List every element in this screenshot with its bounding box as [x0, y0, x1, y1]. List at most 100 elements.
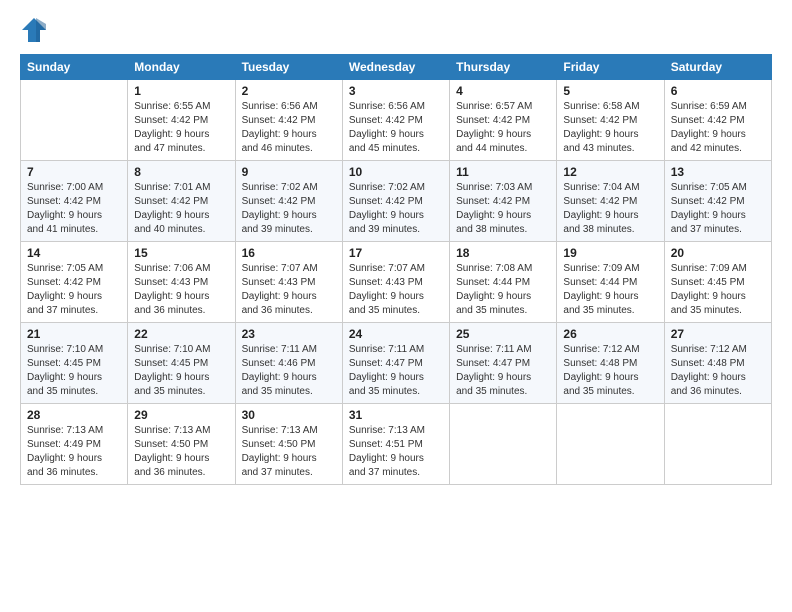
- calendar-cell: 13 Sunrise: 7:05 AMSunset: 4:42 PMDayligh…: [664, 161, 771, 242]
- cell-info: Sunrise: 6:55 AMSunset: 4:42 PMDaylight:…: [134, 100, 228, 156]
- calendar-cell: 1 Sunrise: 6:55 AMSunset: 4:42 PMDaylight…: [128, 80, 235, 161]
- cell-info: Sunrise: 6:57 AMSunset: 4:42 PMDaylight:…: [456, 100, 550, 156]
- weekday-header: Friday: [557, 55, 664, 80]
- weekday-header: Monday: [128, 55, 235, 80]
- cell-info: Sunrise: 7:11 AMSunset: 4:47 PMDaylight:…: [349, 343, 443, 399]
- cell-info: Sunrise: 7:07 AMSunset: 4:43 PMDaylight:…: [349, 262, 443, 318]
- header: [20, 16, 772, 44]
- cell-info: Sunrise: 7:13 AMSunset: 4:51 PMDaylight:…: [349, 424, 443, 480]
- calendar-cell: 11 Sunrise: 7:03 AMSunset: 4:42 PMDayligh…: [450, 161, 557, 242]
- calendar-cell: 10 Sunrise: 7:02 AMSunset: 4:42 PMDayligh…: [342, 161, 449, 242]
- calendar-cell: 29Sunrise: 7:13 AMSunset: 4:50 PMDayligh…: [128, 404, 235, 485]
- cell-info: Sunrise: 7:10 AMSunset: 4:45 PMDaylight:…: [27, 343, 121, 399]
- calendar-week-row: 28Sunrise: 7:13 AMSunset: 4:49 PMDayligh…: [21, 404, 772, 485]
- day-number: 16: [242, 246, 336, 260]
- logo-icon: [20, 16, 48, 44]
- day-number: 3: [349, 84, 443, 98]
- weekday-header: Wednesday: [342, 55, 449, 80]
- cell-info: Sunrise: 6:56 AMSunset: 4:42 PMDaylight:…: [349, 100, 443, 156]
- calendar: SundayMondayTuesdayWednesdayThursdayFrid…: [20, 54, 772, 485]
- calendar-cell: 26Sunrise: 7:12 AMSunset: 4:48 PMDayligh…: [557, 323, 664, 404]
- day-number: 2: [242, 84, 336, 98]
- calendar-cell: 8 Sunrise: 7:01 AMSunset: 4:42 PMDaylight…: [128, 161, 235, 242]
- cell-info: Sunrise: 7:04 AMSunset: 4:42 PMDaylight:…: [563, 181, 657, 237]
- day-number: 27: [671, 327, 765, 341]
- day-number: 7: [27, 165, 121, 179]
- weekday-header: Thursday: [450, 55, 557, 80]
- calendar-cell: 28Sunrise: 7:13 AMSunset: 4:49 PMDayligh…: [21, 404, 128, 485]
- calendar-cell: 27 Sunrise: 7:12 AMSunset: 4:48 PMDayligh…: [664, 323, 771, 404]
- calendar-week-row: 14Sunrise: 7:05 AMSunset: 4:42 PMDayligh…: [21, 242, 772, 323]
- cell-info: Sunrise: 7:00 AMSunset: 4:42 PMDaylight:…: [27, 181, 121, 237]
- day-number: 30: [242, 408, 336, 422]
- calendar-week-row: 21 Sunrise: 7:10 AMSunset: 4:45 PMDayligh…: [21, 323, 772, 404]
- day-number: 12: [563, 165, 657, 179]
- day-number: 13: [671, 165, 765, 179]
- calendar-cell: 25 Sunrise: 7:11 AMSunset: 4:47 PMDayligh…: [450, 323, 557, 404]
- calendar-cell: 19 Sunrise: 7:09 AMSunset: 4:44 PMDayligh…: [557, 242, 664, 323]
- cell-info: Sunrise: 7:09 AMSunset: 4:44 PMDaylight:…: [563, 262, 657, 318]
- calendar-cell: 22 Sunrise: 7:10 AMSunset: 4:45 PMDayligh…: [128, 323, 235, 404]
- page: SundayMondayTuesdayWednesdayThursdayFrid…: [0, 0, 792, 612]
- cell-info: Sunrise: 7:06 AMSunset: 4:43 PMDaylight:…: [134, 262, 228, 318]
- cell-info: Sunrise: 7:12 AMSunset: 4:48 PMDaylight:…: [671, 343, 765, 399]
- weekday-header: Saturday: [664, 55, 771, 80]
- calendar-cell: 12 Sunrise: 7:04 AMSunset: 4:42 PMDayligh…: [557, 161, 664, 242]
- day-number: 1: [134, 84, 228, 98]
- cell-info: Sunrise: 6:59 AMSunset: 4:42 PMDaylight:…: [671, 100, 765, 156]
- cell-info: Sunrise: 7:07 AMSunset: 4:43 PMDaylight:…: [242, 262, 336, 318]
- cell-info: Sunrise: 7:11 AMSunset: 4:47 PMDaylight:…: [456, 343, 550, 399]
- day-number: 23: [242, 327, 336, 341]
- calendar-cell: 2 Sunrise: 6:56 AMSunset: 4:42 PMDaylight…: [235, 80, 342, 161]
- weekday-header: Tuesday: [235, 55, 342, 80]
- cell-info: Sunrise: 7:02 AMSunset: 4:42 PMDaylight:…: [349, 181, 443, 237]
- calendar-cell: 6 Sunrise: 6:59 AMSunset: 4:42 PMDaylight…: [664, 80, 771, 161]
- day-number: 11: [456, 165, 550, 179]
- calendar-cell: 23 Sunrise: 7:11 AMSunset: 4:46 PMDayligh…: [235, 323, 342, 404]
- calendar-cell: [664, 404, 771, 485]
- calendar-cell: 14Sunrise: 7:05 AMSunset: 4:42 PMDayligh…: [21, 242, 128, 323]
- weekday-header: Sunday: [21, 55, 128, 80]
- calendar-cell: 4 Sunrise: 6:57 AMSunset: 4:42 PMDaylight…: [450, 80, 557, 161]
- cell-info: Sunrise: 7:09 AMSunset: 4:45 PMDaylight:…: [671, 262, 765, 318]
- day-number: 20: [671, 246, 765, 260]
- day-number: 4: [456, 84, 550, 98]
- calendar-cell: 15Sunrise: 7:06 AMSunset: 4:43 PMDayligh…: [128, 242, 235, 323]
- day-number: 25: [456, 327, 550, 341]
- logo: [20, 16, 52, 44]
- cell-info: Sunrise: 7:03 AMSunset: 4:42 PMDaylight:…: [456, 181, 550, 237]
- cell-info: Sunrise: 7:13 AMSunset: 4:50 PMDaylight:…: [134, 424, 228, 480]
- cell-info: Sunrise: 7:13 AMSunset: 4:50 PMDaylight:…: [242, 424, 336, 480]
- day-number: 31: [349, 408, 443, 422]
- day-number: 17: [349, 246, 443, 260]
- day-number: 6: [671, 84, 765, 98]
- day-number: 5: [563, 84, 657, 98]
- calendar-cell: 30 Sunrise: 7:13 AMSunset: 4:50 PMDayligh…: [235, 404, 342, 485]
- cell-info: Sunrise: 7:11 AMSunset: 4:46 PMDaylight:…: [242, 343, 336, 399]
- calendar-cell: 3 Sunrise: 6:56 AMSunset: 4:42 PMDaylight…: [342, 80, 449, 161]
- day-number: 10: [349, 165, 443, 179]
- cell-info: Sunrise: 7:10 AMSunset: 4:45 PMDaylight:…: [134, 343, 228, 399]
- calendar-cell: 17 Sunrise: 7:07 AMSunset: 4:43 PMDayligh…: [342, 242, 449, 323]
- day-number: 24: [349, 327, 443, 341]
- calendar-cell: [21, 80, 128, 161]
- cell-info: Sunrise: 6:56 AMSunset: 4:42 PMDaylight:…: [242, 100, 336, 156]
- day-number: 8: [134, 165, 228, 179]
- day-number: 22: [134, 327, 228, 341]
- cell-info: Sunrise: 7:01 AMSunset: 4:42 PMDaylight:…: [134, 181, 228, 237]
- cell-info: Sunrise: 6:58 AMSunset: 4:42 PMDaylight:…: [563, 100, 657, 156]
- day-number: 18: [456, 246, 550, 260]
- calendar-cell: 24 Sunrise: 7:11 AMSunset: 4:47 PMDayligh…: [342, 323, 449, 404]
- calendar-cell: [557, 404, 664, 485]
- cell-info: Sunrise: 7:08 AMSunset: 4:44 PMDaylight:…: [456, 262, 550, 318]
- day-number: 9: [242, 165, 336, 179]
- day-number: 19: [563, 246, 657, 260]
- day-number: 21: [27, 327, 121, 341]
- calendar-cell: 7 Sunrise: 7:00 AMSunset: 4:42 PMDaylight…: [21, 161, 128, 242]
- calendar-cell: 5 Sunrise: 6:58 AMSunset: 4:42 PMDaylight…: [557, 80, 664, 161]
- day-number: 14: [27, 246, 121, 260]
- cell-info: Sunrise: 7:02 AMSunset: 4:42 PMDaylight:…: [242, 181, 336, 237]
- cell-info: Sunrise: 7:05 AMSunset: 4:42 PMDaylight:…: [671, 181, 765, 237]
- calendar-cell: 16 Sunrise: 7:07 AMSunset: 4:43 PMDayligh…: [235, 242, 342, 323]
- calendar-cell: 18 Sunrise: 7:08 AMSunset: 4:44 PMDayligh…: [450, 242, 557, 323]
